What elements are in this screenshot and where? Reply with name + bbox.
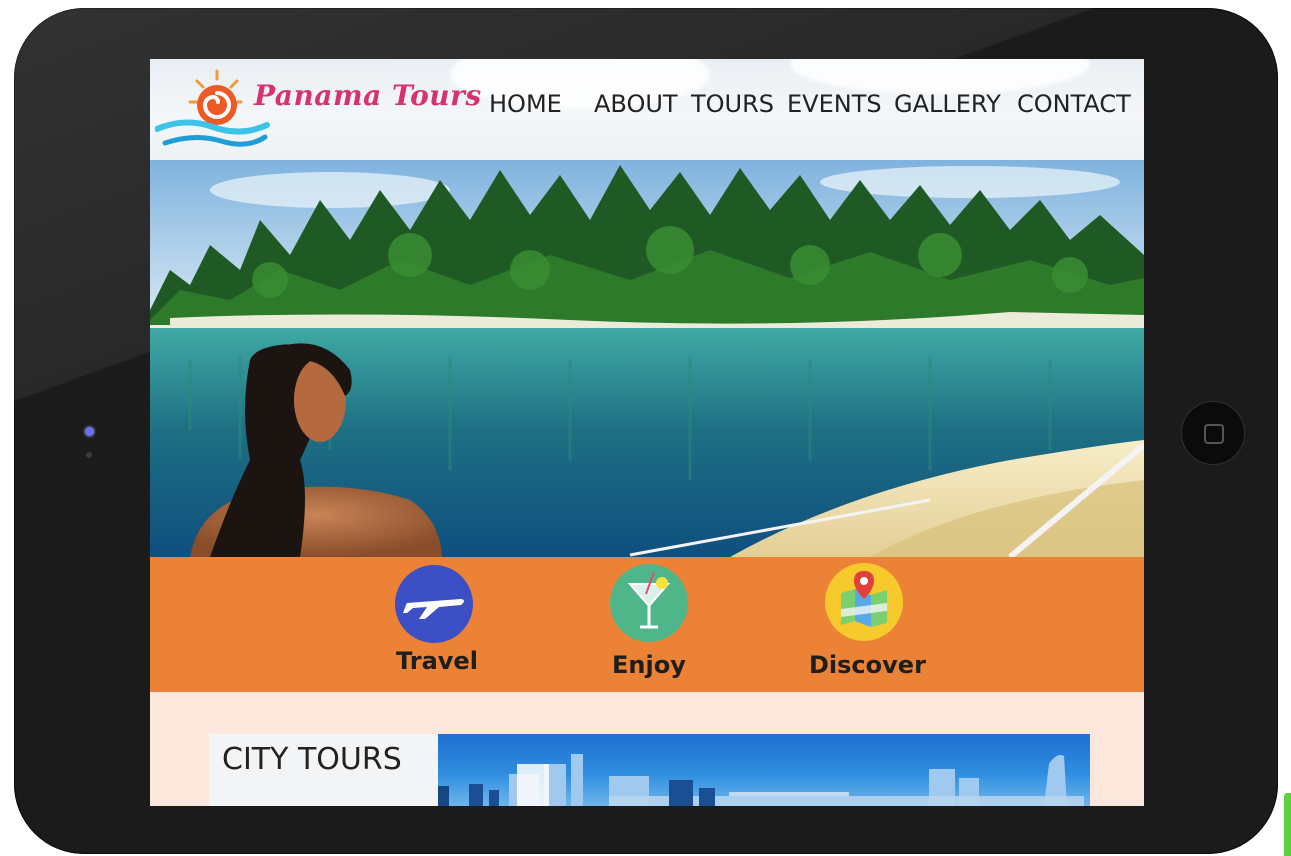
cocktail-icon [627, 571, 671, 629]
home-button[interactable] [1181, 401, 1245, 465]
discover-feature[interactable] [825, 563, 903, 641]
airplane-icon [403, 599, 464, 619]
enjoy-feature[interactable] [610, 564, 688, 642]
sun-wave-logo-icon[interactable] [155, 67, 270, 157]
city-tours-title[interactable]: CITY TOURS [222, 742, 402, 777]
features-band: Travel Enjoy Discover [150, 557, 1144, 692]
nav-tours[interactable]: TOURS [691, 90, 774, 118]
travel-label[interactable]: Travel [396, 647, 478, 675]
website-screen: Panama Tours HOME ABOUT TOURS EVENTS GAL… [150, 59, 1144, 806]
home-square-icon [1204, 424, 1224, 444]
city-tours-banner[interactable]: CITY TOURS [209, 734, 1090, 806]
travel-feature[interactable] [395, 565, 473, 643]
site-header: Panama Tours HOME ABOUT TOURS EVENTS GAL… [150, 59, 1144, 160]
nav-home[interactable]: HOME [489, 90, 562, 118]
nav-about[interactable]: ABOUT [594, 90, 678, 118]
sensor-icon [86, 452, 92, 458]
discover-label[interactable]: Discover [809, 651, 926, 679]
hero-island-photo [150, 160, 1144, 557]
side-accent-bar [1284, 793, 1291, 856]
nav-gallery[interactable]: GALLERY [894, 90, 1001, 118]
brand-title[interactable]: Panama Tours [254, 79, 482, 112]
nav-contact[interactable]: CONTACT [1017, 90, 1131, 118]
map-pin-icon [841, 571, 887, 627]
nav-events[interactable]: EVENTS [787, 90, 882, 118]
cloud-decoration [790, 59, 1090, 94]
enjoy-label[interactable]: Enjoy [612, 651, 686, 679]
camera-icon [85, 427, 94, 436]
